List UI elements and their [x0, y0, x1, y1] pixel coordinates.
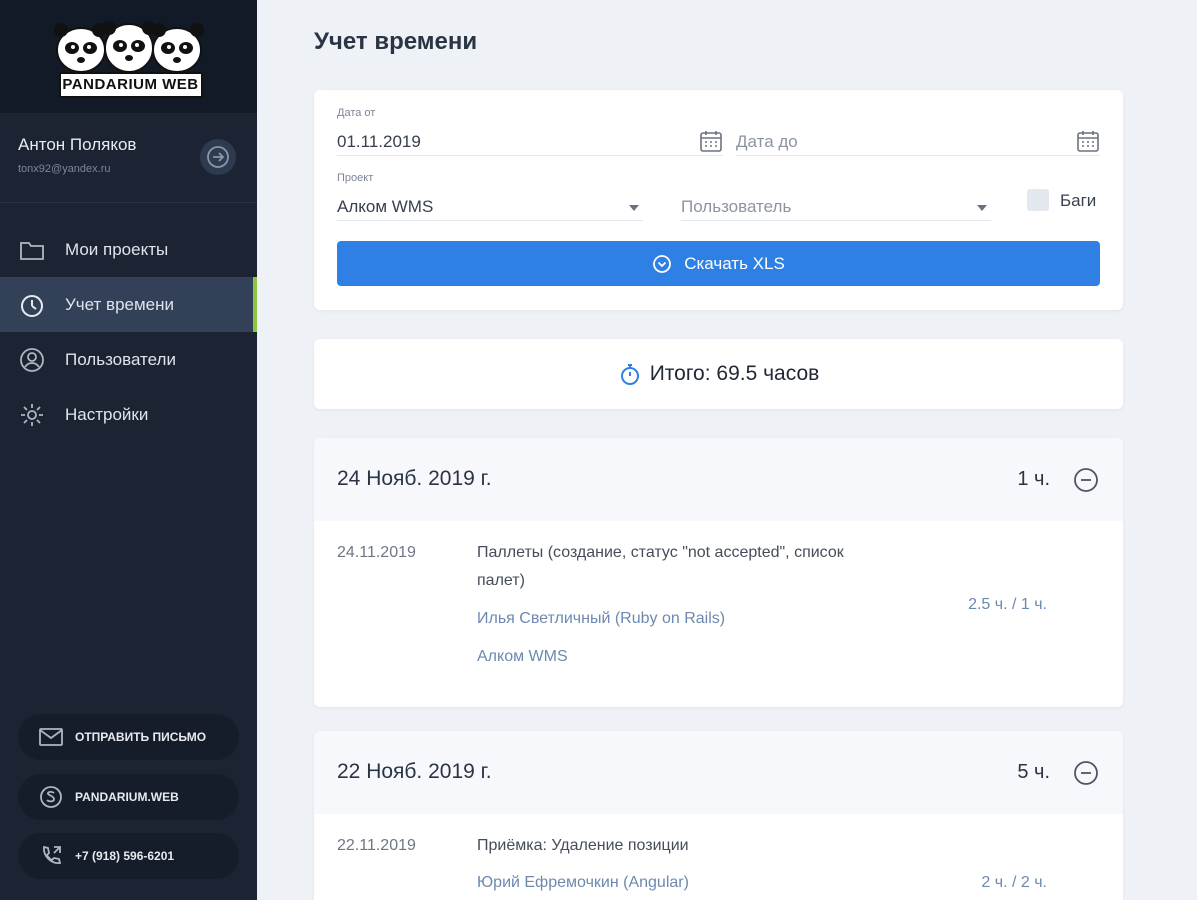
user-placeholder: Пользователь — [681, 197, 792, 216]
entry-task-title: Паллеты (создание, статус "not accepted"… — [477, 544, 844, 589]
skype-contact-button[interactable]: PANDARIUM.WEB — [18, 774, 239, 820]
sidebar-item-label: Мои проекты — [65, 239, 169, 259]
entry-date: 22.11.2019 — [337, 837, 416, 854]
contact-label: PANDARIUM.WEB — [75, 790, 179, 804]
pandarium-logo[interactable]: PANDARIUM WEB — [49, 12, 209, 102]
page-title: Учет времени — [314, 28, 478, 55]
contact-label: +7 (918) 596-6201 — [75, 849, 175, 863]
logo-wordmark: PANDARIUM WEB — [58, 71, 203, 98]
chevron-down-icon — [629, 205, 639, 211]
skype-icon — [38, 784, 64, 810]
entry-hours-ratio: 2.5 ч. / 1 ч. — [968, 596, 1047, 613]
mail-icon — [38, 724, 64, 750]
filter-panel: Дата от 01.11.2019 Дата до Проект Алком … — [314, 90, 1123, 310]
user-name: Антон Поляков — [18, 135, 137, 154]
sidebar-item-label: Учет времени — [65, 294, 175, 314]
stopwatch-icon — [620, 364, 639, 385]
project-select[interactable]: Проект Алком WMS — [337, 161, 643, 221]
day-group: 22 Нояб. 2019 г. 5 ч. 22.11.2019 Приёмка… — [314, 731, 1123, 900]
sidebar: PANDARIUM WEB Антон Поляков tonx92@yande… — [0, 0, 257, 900]
gear-icon — [18, 401, 46, 429]
collapse-minus-icon[interactable] — [1073, 467, 1099, 493]
calendar-icon[interactable] — [699, 129, 723, 153]
arrow-right-circle-icon — [207, 146, 229, 168]
chevron-down-icon — [977, 205, 987, 211]
date-from-value: 01.11.2019 — [337, 132, 421, 151]
sidebar-nav: Мои проекты Учет времени Пользователи На… — [0, 222, 257, 442]
phone-icon — [38, 843, 64, 869]
project-value: Алком WMS — [337, 197, 434, 216]
sidebar-item-label: Настройки — [65, 404, 149, 424]
sidebar-item-projects[interactable]: Мои проекты — [0, 222, 257, 277]
entry-user-link[interactable]: Юрий Ефремочкин (Angular) — [477, 874, 689, 892]
bugs-checkbox[interactable] — [1027, 189, 1049, 211]
entry-date: 24.11.2019 — [337, 544, 416, 561]
entry-hours-ratio: 2 ч. / 2 ч. — [981, 874, 1047, 891]
phone-contact-button[interactable]: +7 (918) 596-6201 — [18, 833, 239, 879]
logout-button[interactable] — [200, 139, 236, 175]
date-to-placeholder: Дата до — [736, 132, 798, 151]
day-group-title: 22 Нояб. 2019 г. — [337, 760, 492, 783]
folder-icon — [18, 236, 46, 264]
sidebar-item-users[interactable]: Пользователи — [0, 332, 257, 387]
day-group: 24 Нояб. 2019 г. 1 ч. 24.11.2019 Паллеты… — [314, 438, 1123, 707]
date-from-label: Дата от — [337, 107, 376, 119]
day-group-header[interactable]: 24 Нояб. 2019 г. 1 ч. — [314, 438, 1123, 521]
sidebar-item-settings[interactable]: Настройки — [0, 387, 257, 442]
user-email: tonx92@yandex.ru — [18, 163, 111, 175]
user-profile: Антон Поляков tonx92@yandex.ru — [0, 113, 257, 203]
date-from-field[interactable]: Дата от 01.11.2019 — [337, 96, 723, 156]
sidebar-item-time-tracking[interactable]: Учет времени — [0, 277, 257, 332]
date-to-field[interactable]: Дата до — [736, 96, 1100, 156]
pandas-logo-graphic — [53, 20, 204, 73]
calendar-icon[interactable] — [1076, 129, 1100, 153]
total-hours-text: Итого: 69.5 часов — [649, 362, 820, 385]
collapse-minus-icon[interactable] — [1073, 760, 1099, 786]
contact-label: ОТПРАВИТЬ ПИСЬМО — [75, 730, 207, 744]
user-select[interactable]: Пользователь — [681, 161, 991, 221]
day-group-hours: 5 ч. — [1017, 761, 1050, 783]
download-circle-icon — [653, 254, 672, 273]
download-xls-button[interactable]: Скачать XLS — [337, 241, 1100, 286]
day-group-header[interactable]: 22 Нояб. 2019 г. 5 ч. — [314, 731, 1123, 814]
day-group-hours: 1 ч. — [1017, 468, 1050, 490]
bugs-checkbox-label: Баги — [1060, 191, 1097, 210]
entry-task-title: Приёмка: Удаление позиции — [477, 837, 689, 854]
logo-area: PANDARIUM WEB — [0, 0, 257, 113]
entry-project-link[interactable]: Алком WMS — [477, 648, 568, 666]
user-icon — [18, 346, 46, 374]
sidebar-item-label: Пользователи — [65, 349, 176, 369]
project-label: Проект — [337, 172, 374, 184]
download-xls-label: Скачать XLS — [684, 253, 785, 273]
day-group-title: 24 Нояб. 2019 г. — [337, 467, 492, 490]
total-summary: Итого: 69.5 часов — [314, 339, 1123, 409]
timer-icon — [18, 291, 46, 319]
send-email-button[interactable]: ОТПРАВИТЬ ПИСЬМО — [18, 714, 239, 760]
entry-user-link[interactable]: Илья Светличный (Ruby on Rails) — [477, 610, 725, 628]
